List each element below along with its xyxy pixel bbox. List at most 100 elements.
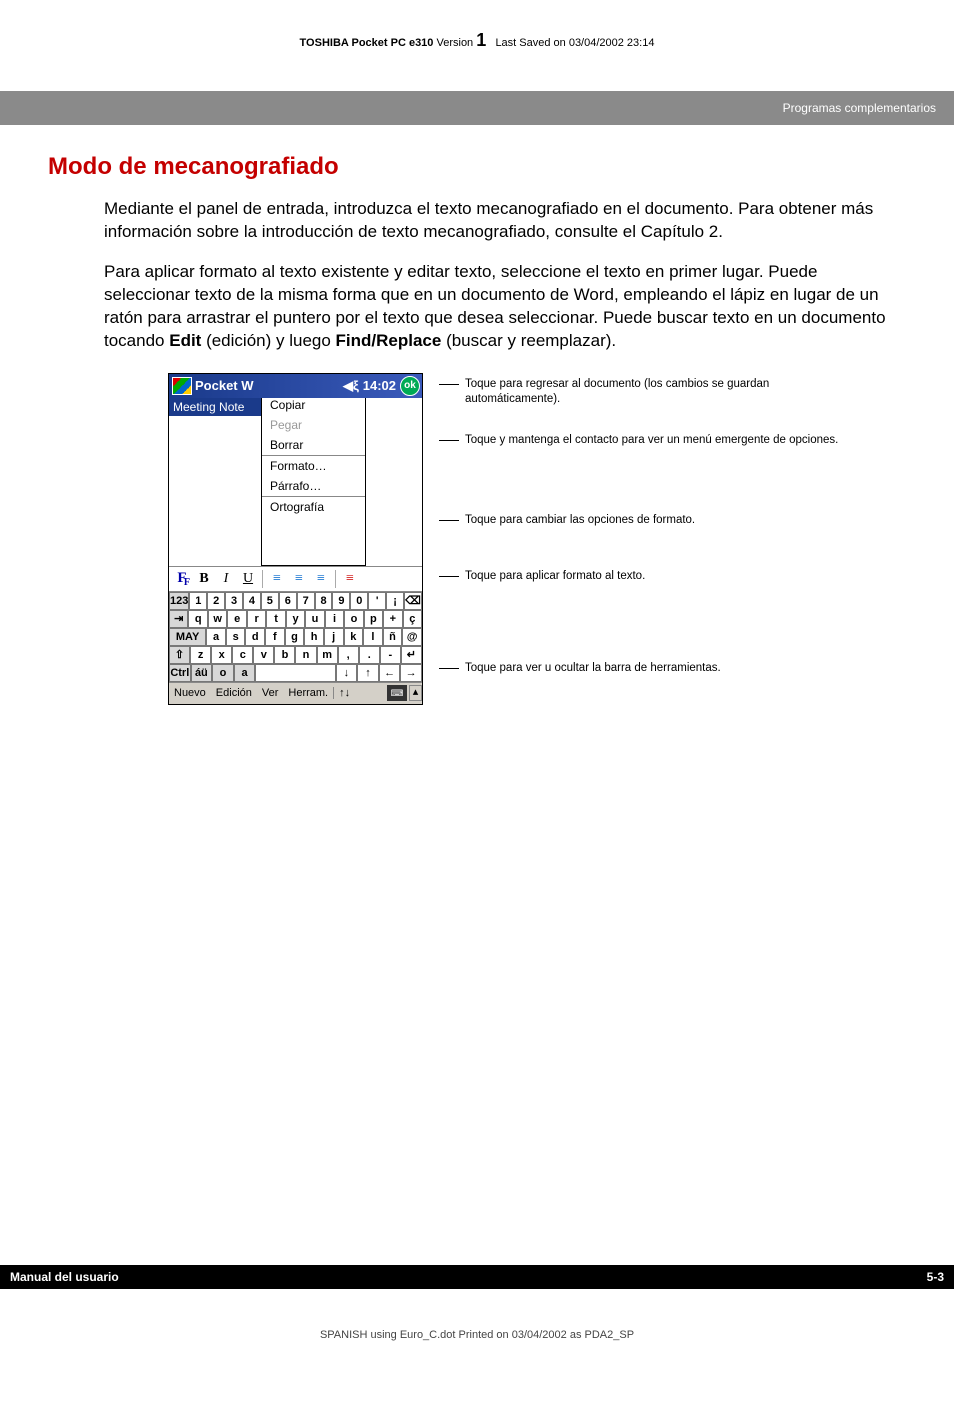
key-ctrl[interactable]: Ctrl <box>169 664 191 682</box>
key-tab[interactable]: ⇥ <box>169 610 188 628</box>
kbd-row-4: ⇧ z x c v b n m , . - ↵ <box>169 646 422 664</box>
menu-herram[interactable]: Herram. <box>283 687 333 699</box>
key-s[interactable]: s <box>226 628 246 646</box>
key-down[interactable]: ↓ <box>336 664 358 682</box>
speaker-icon[interactable]: ◀ξ <box>343 378 359 394</box>
bottom-menubar: Nuevo Edición Ver Herram. ↑↓ ⌨ ▴ <box>169 682 422 704</box>
key-a[interactable]: a <box>206 628 226 646</box>
key-q[interactable]: q <box>188 610 207 628</box>
font-picker-button[interactable]: F F <box>172 569 192 589</box>
key-i[interactable]: i <box>325 610 344 628</box>
key-e[interactable]: e <box>227 610 246 628</box>
bold-button[interactable]: B <box>194 569 214 589</box>
key-o[interactable]: o <box>344 610 363 628</box>
menu-pegar[interactable]: Pegar <box>262 415 365 435</box>
key-r[interactable]: r <box>247 610 266 628</box>
key-z[interactable]: z <box>190 646 211 664</box>
key-n[interactable]: n <box>295 646 316 664</box>
key-j[interactable]: j <box>324 628 344 646</box>
key-1[interactable]: 1 <box>189 592 207 610</box>
key-comma[interactable]: , <box>338 646 359 664</box>
key-h[interactable]: h <box>304 628 324 646</box>
key-period[interactable]: . <box>359 646 380 664</box>
menu-formato[interactable]: Formato… <box>262 456 365 476</box>
key-left[interactable]: ← <box>379 664 401 682</box>
start-flag-icon[interactable] <box>172 377 192 395</box>
ok-button[interactable]: ok <box>400 376 420 396</box>
align-left-button[interactable]: ≡ <box>267 569 287 589</box>
key-ntilde[interactable]: ñ <box>383 628 403 646</box>
p2-bold1: Edit <box>169 331 201 350</box>
key-at[interactable]: @ <box>402 628 422 646</box>
key-5[interactable]: 5 <box>261 592 279 610</box>
key-up[interactable]: ↑ <box>357 664 379 682</box>
key-enter[interactable]: ↵ <box>401 646 422 664</box>
keyboard-icon[interactable]: ⌨ <box>387 685 407 701</box>
bullet-list-button[interactable]: ≡ <box>340 569 360 589</box>
key-space[interactable] <box>255 664 335 682</box>
callout-format-opts: Toque para cambiar las opciones de forma… <box>439 513 695 529</box>
key-c[interactable]: c <box>232 646 253 664</box>
key-9[interactable]: 9 <box>332 592 350 610</box>
kbd-row-3: MAY a s d f g h j k l ñ @ <box>169 628 422 646</box>
key-y[interactable]: y <box>286 610 305 628</box>
callout-format: Toque para aplicar formato al texto. <box>439 569 645 585</box>
key-ordf[interactable]: a <box>234 664 256 682</box>
key-ccedil[interactable]: ç <box>403 610 422 628</box>
key-4[interactable]: 4 <box>243 592 261 610</box>
key-caps[interactable]: MAY <box>169 628 206 646</box>
callout-format-text: Toque para aplicar formato al texto. <box>465 569 645 585</box>
key-iexcl[interactable]: ¡ <box>386 592 404 610</box>
italic-button[interactable]: I <box>216 569 236 589</box>
key-plus[interactable]: + <box>383 610 402 628</box>
key-2[interactable]: 2 <box>207 592 225 610</box>
key-b[interactable]: b <box>274 646 295 664</box>
menu-ver[interactable]: Ver <box>257 687 284 699</box>
footer-right: 5-3 <box>927 1270 944 1284</box>
menu-borrar[interactable]: Borrar <box>262 435 365 455</box>
key-7[interactable]: 7 <box>297 592 315 610</box>
key-d[interactable]: d <box>245 628 265 646</box>
key-accents[interactable]: áü <box>191 664 213 682</box>
key-v[interactable]: v <box>253 646 274 664</box>
menu-nuevo[interactable]: Nuevo <box>169 687 211 699</box>
print-footer: SPANISH using Euro_C.dot Printed on 03/0… <box>48 1329 906 1341</box>
menu-ortografia[interactable]: Ortografía <box>262 497 365 517</box>
key-ord[interactable]: o <box>212 664 234 682</box>
document-area[interactable] <box>169 416 261 566</box>
key-0[interactable]: 0 <box>350 592 368 610</box>
key-x[interactable]: x <box>211 646 232 664</box>
app-title: Pocket W <box>195 378 254 393</box>
menu-parrafo[interactable]: Párrafo… <box>262 476 365 496</box>
key-123[interactable]: 123 <box>169 592 189 610</box>
callout-toolbar-text: Toque para ver u ocultar la barra de her… <box>465 661 721 677</box>
key-backspace[interactable]: ⌫ <box>404 592 422 610</box>
menu-copiar[interactable]: Copiar <box>262 395 365 415</box>
key-w[interactable]: w <box>208 610 227 628</box>
key-g[interactable]: g <box>285 628 305 646</box>
menu-edicion[interactable]: Edición <box>211 687 257 699</box>
key-6[interactable]: 6 <box>279 592 297 610</box>
key-dash[interactable]: - <box>380 646 401 664</box>
key-3[interactable]: 3 <box>225 592 243 610</box>
key-apos[interactable]: ' <box>368 592 386 610</box>
key-u[interactable]: u <box>305 610 324 628</box>
key-l[interactable]: l <box>363 628 383 646</box>
align-right-button[interactable]: ≡ <box>311 569 331 589</box>
key-k[interactable]: k <box>344 628 364 646</box>
key-8[interactable]: 8 <box>315 592 333 610</box>
key-f[interactable]: f <box>265 628 285 646</box>
key-shift[interactable]: ⇧ <box>169 646 190 664</box>
align-center-button[interactable]: ≡ <box>289 569 309 589</box>
document-title: Meeting Note <box>169 398 261 416</box>
underline-button[interactable]: U <box>238 569 258 589</box>
key-m[interactable]: m <box>317 646 338 664</box>
sip-up-arrow[interactable]: ▴ <box>409 685 422 701</box>
ff-sub: F <box>184 577 190 588</box>
key-right[interactable]: → <box>400 664 422 682</box>
version-label: Version <box>436 37 473 49</box>
sip-toggle[interactable]: ↑↓ <box>333 687 355 699</box>
key-t[interactable]: t <box>266 610 285 628</box>
section-banner: Programas complementarios <box>0 91 954 125</box>
key-p[interactable]: p <box>364 610 383 628</box>
